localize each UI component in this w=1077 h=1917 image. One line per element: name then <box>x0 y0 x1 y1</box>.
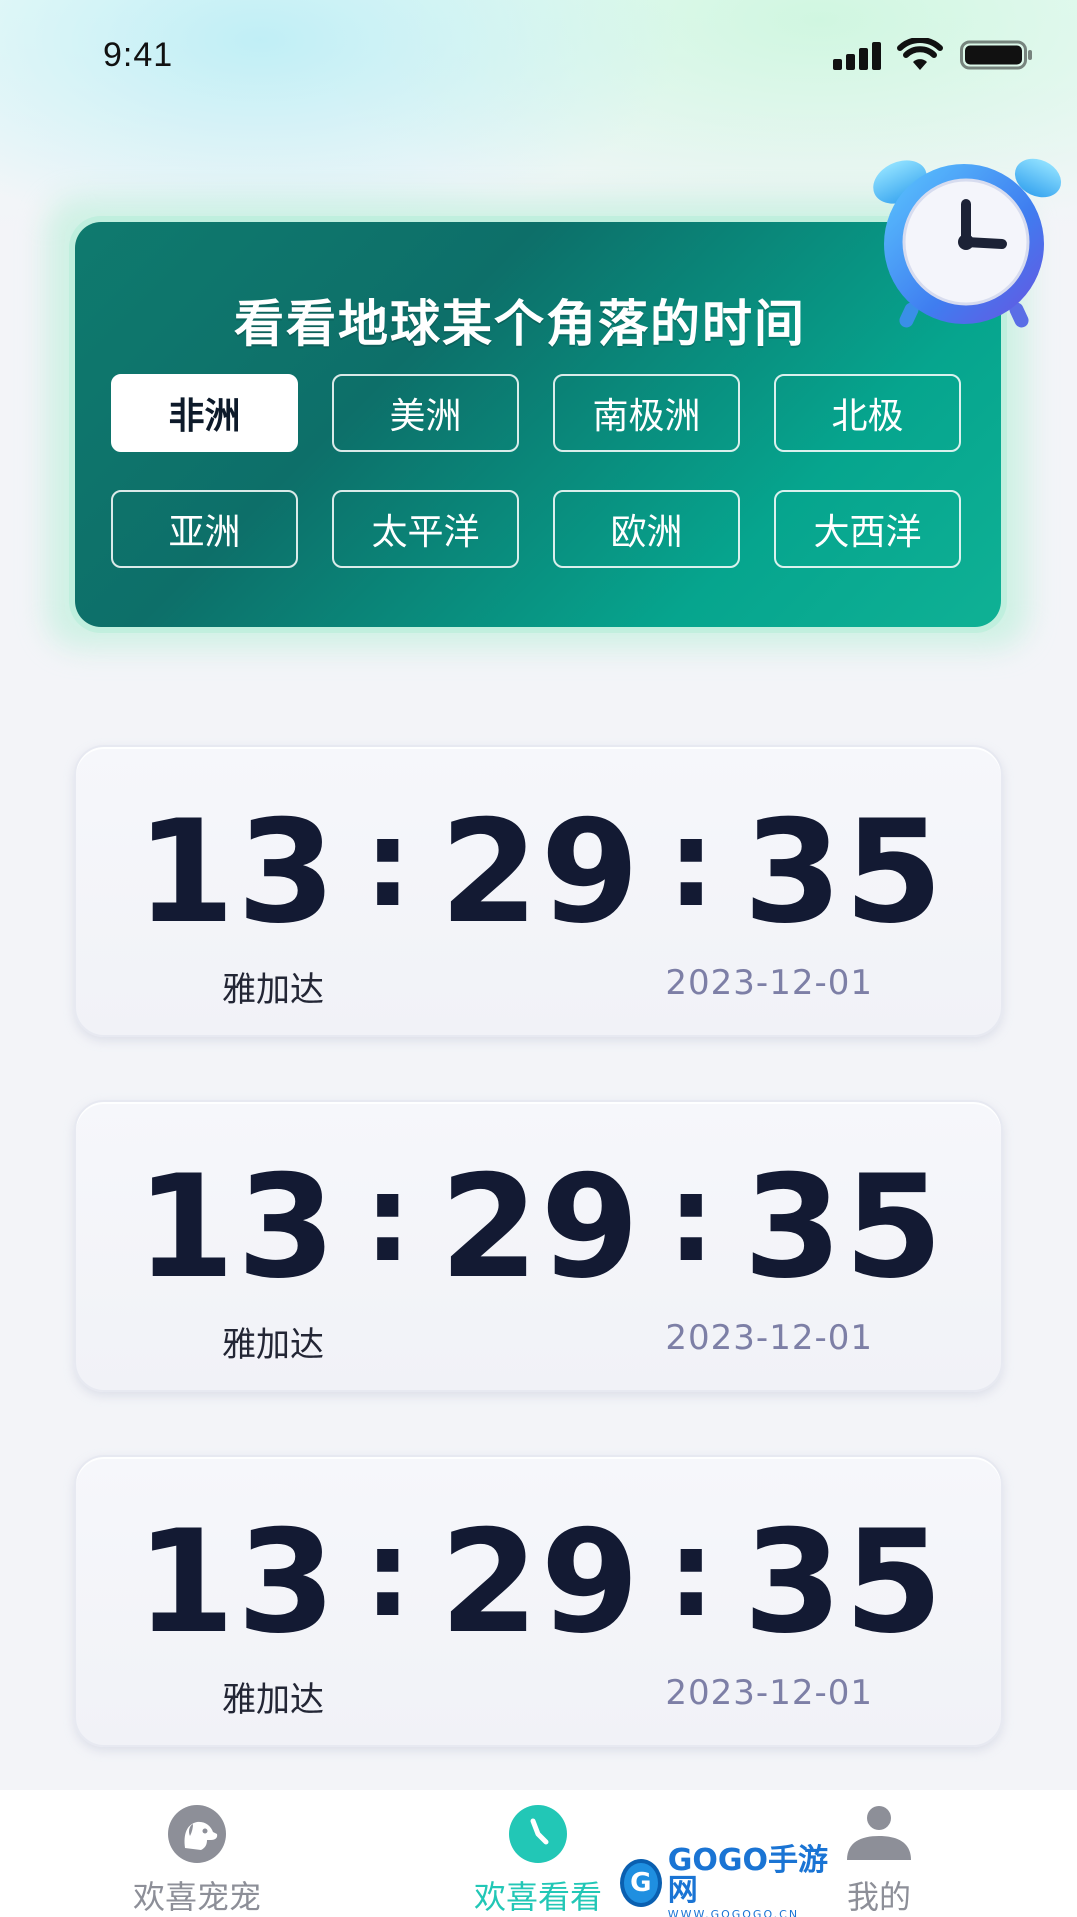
time-seconds: 35 <box>743 789 945 955</box>
watermark-badge: G <box>620 1859 662 1907</box>
tab-label: 欢喜看看 <box>473 1878 602 1916</box>
watermark-logo: G GOGO手游网 WWW.GOGOGO.CN <box>620 1846 828 1917</box>
watermark-sub-text: WWW.GOGOGO.CN <box>667 1908 800 1917</box>
status-bar: 9:41 <box>0 0 1077 110</box>
city-label: 雅加达 <box>222 1680 324 1720</box>
city-label: 雅加达 <box>222 1325 324 1365</box>
time-separator: : <box>667 1504 718 1644</box>
tab-world-clock[interactable]: 欢喜看看 <box>428 1790 648 1917</box>
date-label: 2023-12-01 <box>665 1318 873 1358</box>
watermark-text: GOGO手游网 WWW.GOGOGO.CN <box>668 1846 828 1917</box>
time-display: 13 : 29 : 35 <box>76 1500 1005 1665</box>
clock-icon <box>509 1805 567 1863</box>
time-minutes: 29 <box>439 789 642 955</box>
tab-pets[interactable]: 欢喜宠宠 <box>87 1790 307 1917</box>
region-button-atlantic[interactable]: 大西洋 <box>774 490 961 568</box>
app-screen: 9:41 看看地球某个角落的时间 非洲 美洲 南极洲 北极 亚洲 太平洋 欧洲 … <box>0 0 1077 1917</box>
time-display: 13 : 29 : 35 <box>76 790 1005 955</box>
date-label: 2023-12-01 <box>665 1673 873 1713</box>
time-separator: : <box>667 1149 718 1289</box>
time-separator: : <box>363 1504 414 1644</box>
time-hours: 13 <box>136 1499 338 1665</box>
watermark-main-text: GOGO手游网 <box>667 1843 828 1908</box>
dog-icon <box>168 1805 226 1863</box>
cellular-signal-icon <box>833 40 883 70</box>
region-button-asia[interactable]: 亚洲 <box>111 490 298 568</box>
time-minutes: 29 <box>439 1144 642 1310</box>
user-icon <box>847 1806 911 1860</box>
region-button-antarctica[interactable]: 南极洲 <box>553 374 740 452</box>
bottom-tab-bar: 欢喜宠宠 欢喜看看 我的 <box>0 1790 1077 1917</box>
time-minutes: 29 <box>439 1499 642 1665</box>
time-hours: 13 <box>136 1144 338 1310</box>
time-seconds: 35 <box>743 1144 945 1310</box>
world-clock-card[interactable]: 13 : 29 : 35 雅加达 2023-12-01 <box>74 1100 1003 1392</box>
status-time: 9:41 <box>103 36 174 74</box>
city-label: 雅加达 <box>222 970 324 1010</box>
region-button-africa[interactable]: 非洲 <box>111 374 298 452</box>
date-label: 2023-12-01 <box>665 963 873 1003</box>
region-grid: 非洲 美洲 南极洲 北极 亚洲 太平洋 欧洲 大西洋 <box>111 374 961 568</box>
time-hours: 13 <box>136 789 338 955</box>
time-separator: : <box>667 794 718 934</box>
world-clock-card[interactable]: 13 : 29 : 35 雅加达 2023-12-01 <box>74 1455 1003 1747</box>
region-button-americas[interactable]: 美洲 <box>332 374 519 452</box>
time-seconds: 35 <box>743 1499 945 1665</box>
time-separator: : <box>363 794 414 934</box>
world-clock-card[interactable]: 13 : 29 : 35 雅加达 2023-12-01 <box>74 745 1003 1037</box>
wifi-icon <box>897 38 943 70</box>
region-button-pacific[interactable]: 太平洋 <box>332 490 519 568</box>
time-separator: : <box>363 1149 414 1289</box>
tab-label: 欢喜宠宠 <box>132 1878 261 1916</box>
alarm-clock-icon <box>873 158 1062 328</box>
hero-title: 看看地球某个角落的时间 <box>234 295 806 353</box>
battery-icon <box>960 40 1032 70</box>
time-display: 13 : 29 : 35 <box>76 1145 1005 1310</box>
region-button-europe[interactable]: 欧洲 <box>553 490 740 568</box>
region-button-arctic[interactable]: 北极 <box>774 374 961 452</box>
